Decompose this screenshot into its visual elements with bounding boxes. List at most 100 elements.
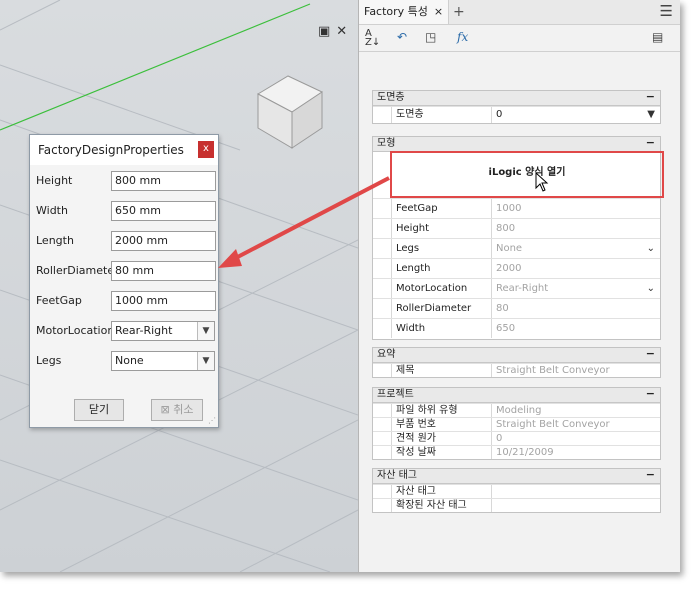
- legs-select[interactable]: None ▼: [111, 351, 215, 371]
- property-key: 파일 하위 유형: [391, 404, 496, 417]
- chevron-down-icon[interactable]: ▼: [197, 352, 214, 370]
- property-value: Rear-Right: [496, 283, 549, 294]
- close-tab-icon[interactable]: ×: [434, 5, 443, 18]
- field-label: Width: [36, 204, 68, 217]
- property-row: Width 650: [373, 318, 660, 338]
- collapse-icon[interactable]: −: [646, 90, 655, 104]
- section-header[interactable]: 모형 −: [373, 136, 660, 152]
- chevron-down-icon[interactable]: ⌄: [647, 239, 655, 258]
- settings-icon[interactable]: ▤: [652, 30, 663, 44]
- undo-icon[interactable]: ↶: [397, 30, 407, 44]
- section-asset-tag: 자산 태그 − 자산 태그 확장된 자산 태그: [372, 468, 661, 513]
- dialog-title: FactoryDesignProperties: [38, 143, 184, 157]
- property-row: 제목 Straight Belt Conveyor: [373, 363, 660, 377]
- cancel-icon: ⊠: [160, 403, 174, 416]
- property-value[interactable]: Straight Belt Conveyor: [491, 364, 660, 377]
- resize-grip-icon[interactable]: ⋰: [208, 416, 216, 425]
- motor-location-select[interactable]: Rear-Right ▼: [111, 321, 215, 341]
- roller-diameter-input[interactable]: 80 mm: [111, 261, 216, 281]
- collapse-icon[interactable]: −: [646, 468, 655, 482]
- property-row: Length 2000: [373, 258, 660, 278]
- length-input[interactable]: 2000 mm: [111, 231, 216, 251]
- property-value: 0: [496, 109, 503, 120]
- property-row: 견적 원가 0: [373, 431, 660, 445]
- property-value[interactable]: 650: [491, 319, 660, 338]
- sort-az-icon[interactable]: A Z↓: [365, 29, 380, 48]
- field-label: MotorLocation: [36, 324, 115, 337]
- property-value: None: [496, 243, 523, 254]
- property-value[interactable]: 800: [491, 219, 660, 238]
- window-layout-icon[interactable]: ▣: [318, 24, 330, 39]
- property-value[interactable]: Modeling: [491, 404, 660, 417]
- hamburger-icon[interactable]: ☰: [660, 2, 673, 20]
- fx-icon[interactable]: fx: [457, 30, 468, 44]
- property-value[interactable]: 1000: [491, 199, 660, 218]
- close-icon[interactable]: x: [198, 141, 214, 158]
- close-viewport-icon[interactable]: ✕: [336, 24, 347, 39]
- property-value[interactable]: [491, 485, 660, 498]
- section-title: 프로젝트: [377, 389, 414, 400]
- section-project: 프로젝트 − 파일 하위 유형 Modeling 부품 번호 Straight …: [372, 387, 661, 460]
- dialog-title-bar[interactable]: FactoryDesignProperties x: [30, 135, 218, 165]
- property-key: Length: [391, 259, 491, 278]
- section-title: 요약: [377, 349, 396, 360]
- chevron-down-icon[interactable]: ▼: [197, 322, 214, 340]
- field-label: Length: [36, 234, 74, 247]
- width-input[interactable]: 650 mm: [111, 201, 216, 221]
- property-value[interactable]: 10/21/2009: [491, 446, 660, 459]
- property-key: 확장된 자산 태그: [391, 499, 496, 512]
- collapse-icon[interactable]: −: [646, 387, 655, 401]
- panel-toolbar: A Z↓ ↶ ◳ fx ▤: [359, 25, 680, 52]
- feet-gap-input[interactable]: 1000 mm: [111, 291, 216, 311]
- property-row: Height 800: [373, 218, 660, 238]
- motor-location-property-select[interactable]: Rear-Right ⌄: [491, 279, 660, 298]
- property-key: 제목: [391, 364, 496, 377]
- property-value[interactable]: [491, 499, 660, 512]
- new-rule-icon[interactable]: ◳: [425, 30, 436, 44]
- section-header[interactable]: 프로젝트 −: [373, 387, 660, 403]
- app-window: ▣ ✕ FactoryDesignProperties x Height 800…: [0, 0, 680, 572]
- property-key: 자산 태그: [391, 485, 496, 498]
- property-row: 작성 날짜 10/21/2009: [373, 445, 660, 459]
- collapse-icon[interactable]: −: [646, 347, 655, 361]
- property-key: 견적 원가: [391, 432, 496, 445]
- property-key: MotorLocation: [391, 279, 491, 298]
- close-button[interactable]: 닫기: [74, 399, 124, 421]
- chevron-down-icon[interactable]: ⌄: [647, 279, 655, 298]
- property-row: 파일 하위 유형 Modeling: [373, 403, 660, 417]
- property-row: RollerDiameter 80: [373, 298, 660, 318]
- layer-select[interactable]: 0 ▼: [491, 107, 660, 123]
- property-row: MotorLocation Rear-Right ⌄: [373, 278, 660, 298]
- property-row: 확장된 자산 태그: [373, 498, 660, 512]
- cancel-button[interactable]: ⊠ 취소: [151, 399, 203, 421]
- property-value[interactable]: 0: [491, 432, 660, 445]
- height-input[interactable]: 800 mm: [111, 171, 216, 191]
- add-tab-icon[interactable]: +: [453, 0, 465, 24]
- section-header[interactable]: 도면층 −: [373, 90, 660, 106]
- property-row: 자산 태그: [373, 484, 660, 498]
- property-key: 도면층: [391, 107, 491, 123]
- property-row: 도면층 0 ▼: [373, 106, 660, 123]
- property-value[interactable]: Straight Belt Conveyor: [491, 418, 660, 431]
- section-title: 모형: [377, 138, 396, 149]
- field-label: Height: [36, 174, 73, 187]
- section-title: 도면층: [377, 92, 405, 103]
- property-value[interactable]: 80: [491, 299, 660, 318]
- property-key: FeetGap: [391, 199, 491, 218]
- field-label: RollerDiameter: [36, 264, 119, 277]
- section-header[interactable]: 요약 −: [373, 347, 660, 363]
- field-label: FeetGap: [36, 294, 82, 307]
- collapse-icon[interactable]: −: [646, 136, 655, 150]
- property-value[interactable]: 2000: [491, 259, 660, 278]
- tab-title: Factory 특성: [364, 5, 428, 18]
- field-label: Legs: [36, 354, 62, 367]
- highlight-box: [390, 151, 664, 198]
- property-row: Legs None ⌄: [373, 238, 660, 258]
- chevron-down-icon[interactable]: ▼: [647, 107, 655, 123]
- property-key: Legs: [391, 239, 491, 258]
- section-header[interactable]: 자산 태그 −: [373, 468, 660, 484]
- tab-factory-properties[interactable]: Factory 특성 ×: [359, 0, 450, 24]
- viewport-3d[interactable]: ▣ ✕ FactoryDesignProperties x Height 800…: [0, 0, 358, 572]
- viewcube-icon[interactable]: [252, 70, 328, 152]
- legs-property-select[interactable]: None ⌄: [491, 239, 660, 258]
